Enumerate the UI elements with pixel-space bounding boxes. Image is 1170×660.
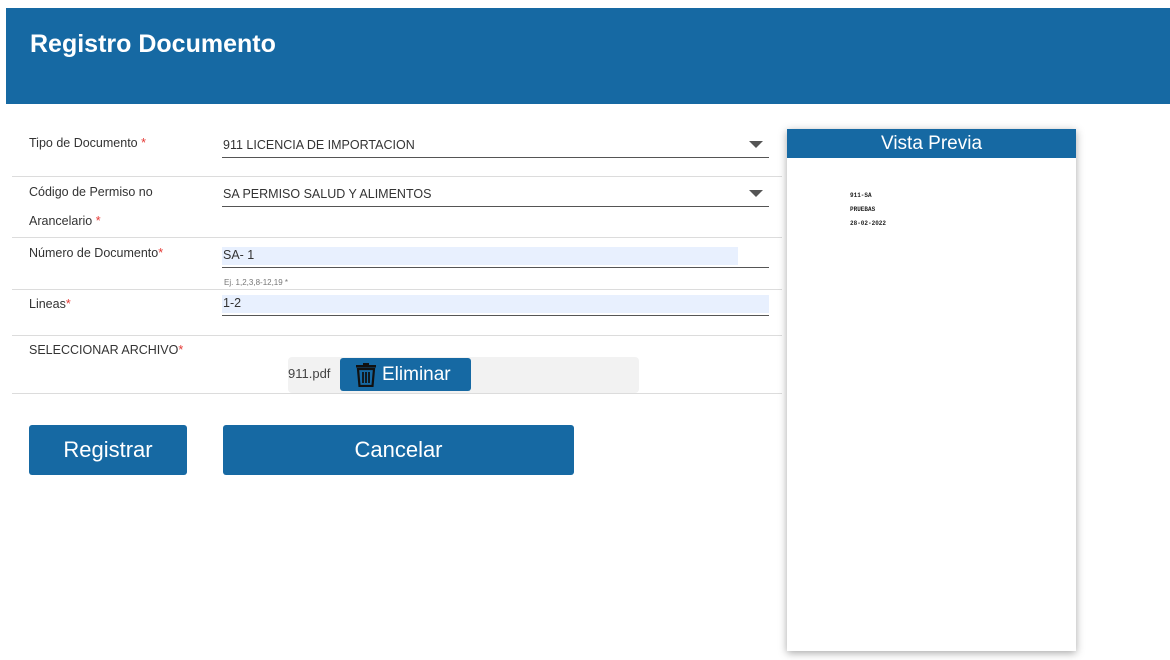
input-autofill-bg [222,295,769,313]
file-attachment: 911.pdf Eliminar [288,357,639,393]
preview-line: 28-02-2022 [850,220,887,227]
required-mark: * [178,343,184,357]
archivo-label: SELECCIONAR ARCHIVO* [29,336,183,365]
required-mark: * [158,246,164,260]
preview-line: 911-SA [850,192,872,199]
trash-icon [355,362,377,387]
preview-document: 911-SA PRUEBAS 28-02-2022 [850,189,886,231]
numero-documento-value: SA- 1 [223,248,255,262]
page-header: Registro Documento [6,8,1170,104]
numero-documento-label: Número de Documento* [29,239,163,268]
register-button[interactable]: Registrar [29,425,187,475]
row-lineas: Lineas* 1-2 [12,290,782,336]
archivo-label-text: SELECCIONAR ARCHIVO [29,343,179,357]
tipo-documento-label: Tipo de Documento * [29,129,146,158]
codigo-permiso-label-line2: Arancelario [29,214,93,228]
tipo-documento-label-text: Tipo de Documento [29,136,138,150]
required-mark: * [95,214,101,228]
delete-file-button[interactable]: Eliminar [340,358,471,391]
row-numero-documento: Número de Documento* SA- 1 Ej. 1,2,3,8-1… [12,238,782,290]
preview-panel: Vista Previa 911-SA PRUEBAS 28-02-2022 [787,129,1076,651]
numero-documento-hint: Ej. 1,2,3,8-12,19 * [224,278,289,287]
required-mark: * [141,136,146,150]
lineas-label-text: Lineas [29,297,66,311]
page-title: Registro Documento [30,30,276,58]
codigo-permiso-select[interactable]: SA PERMISO SALUD Y ALIMENTOS [222,181,769,207]
row-tipo-documento: Tipo de Documento * 911 LICENCIA DE IMPO… [12,118,782,177]
file-name: 911.pdf [288,366,331,381]
numero-documento-label-text: Número de Documento [29,246,159,260]
tipo-documento-select[interactable]: 911 LICENCIA DE IMPORTACION [222,132,769,158]
codigo-permiso-value: SA PERMISO SALUD Y ALIMENTOS [223,187,432,201]
numero-documento-input[interactable]: SA- 1 [222,244,769,268]
cancel-button[interactable]: Cancelar [223,425,574,475]
codigo-permiso-label-line1: Código de Permiso no [29,185,153,199]
chevron-down-icon[interactable] [749,190,763,197]
lineas-value: 1-2 [223,296,242,310]
required-mark: * [65,297,71,311]
row-codigo-permiso: Código de Permiso no Arancelario * SA PE… [12,177,782,238]
lineas-label: Lineas* [29,290,71,319]
preview-title: Vista Previa [787,129,1076,158]
codigo-permiso-label: Código de Permiso no Arancelario * [29,178,153,236]
tipo-documento-value: 911 LICENCIA DE IMPORTACION [223,138,415,152]
input-autofill-bg [222,247,738,265]
lineas-input[interactable]: 1-2 [222,292,769,316]
chevron-down-icon[interactable] [749,141,763,148]
preview-line: PRUEBAS [850,206,876,213]
delete-file-label: Eliminar [382,363,451,385]
